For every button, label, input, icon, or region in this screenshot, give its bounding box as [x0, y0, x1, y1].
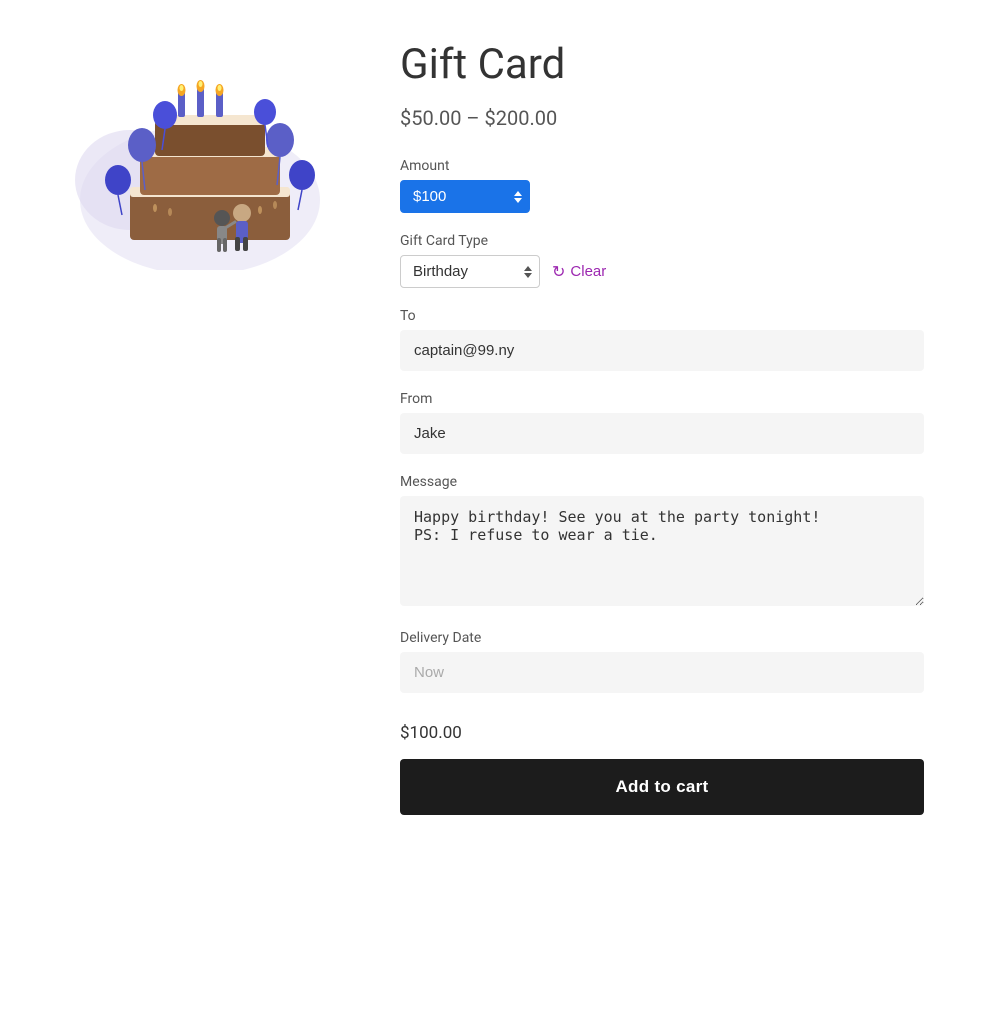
gift-card-type-group: Gift Card Type Birthday Anniversary Holi… — [400, 233, 924, 288]
amount-group: Amount $50 $100 $150 $200 — [400, 158, 924, 213]
gift-type-select-container[interactable]: Birthday Anniversary Holiday Thank You — [400, 255, 540, 288]
to-label: To — [400, 308, 924, 324]
from-label: From — [400, 391, 924, 407]
to-input[interactable] — [400, 330, 924, 371]
add-to-cart-button[interactable]: Add to cart — [400, 759, 924, 815]
product-details: Gift Card $50.00 – $200.00 Amount $50 $1… — [400, 40, 924, 815]
product-price-range: $50.00 – $200.00 — [400, 106, 924, 130]
message-label: Message — [400, 474, 924, 490]
to-group: To — [400, 308, 924, 371]
product-illustration — [70, 50, 330, 270]
from-input[interactable] — [400, 413, 924, 454]
total-price: $100.00 — [400, 723, 924, 743]
gift-card-type-select[interactable]: Birthday Anniversary Holiday Thank You — [400, 255, 540, 288]
product-title: Gift Card — [400, 40, 924, 90]
clear-button[interactable]: ↻ Clear — [552, 262, 606, 282]
message-group: Message Happy birthday! See you at the p… — [400, 474, 924, 610]
delivery-date-label: Delivery Date — [400, 630, 924, 646]
refresh-icon: ↻ — [552, 262, 565, 282]
delivery-date-group: Delivery Date — [400, 630, 924, 693]
product-image-area — [60, 40, 340, 270]
from-group: From — [400, 391, 924, 454]
amount-label: Amount — [400, 158, 924, 174]
amount-select[interactable]: $50 $100 $150 $200 — [400, 180, 530, 213]
gift-type-row: Birthday Anniversary Holiday Thank You ↻… — [400, 255, 924, 288]
page-container: Gift Card $50.00 – $200.00 Amount $50 $1… — [0, 0, 984, 855]
amount-select-container[interactable]: $50 $100 $150 $200 — [400, 180, 530, 213]
message-textarea[interactable]: Happy birthday! See you at the party ton… — [400, 496, 924, 606]
clear-button-label: Clear — [570, 263, 606, 280]
gift-card-type-label: Gift Card Type — [400, 233, 924, 249]
delivery-date-input[interactable] — [400, 652, 924, 693]
